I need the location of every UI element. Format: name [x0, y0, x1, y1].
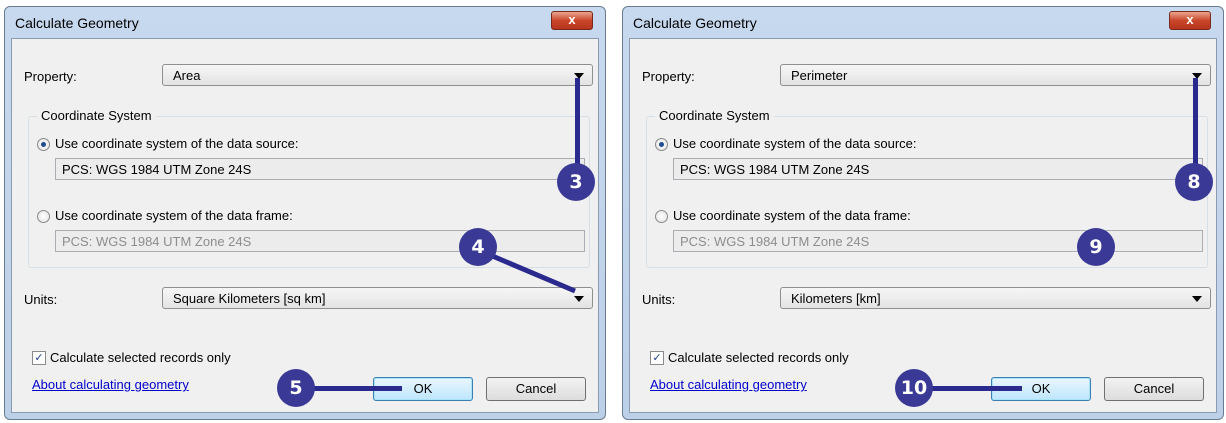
- callout-3-line: [575, 78, 580, 173]
- title-bar: Calculate Geometry x: [5, 7, 605, 37]
- property-value: Area: [173, 68, 201, 83]
- radio-data-source-label: Use coordinate system of the data source…: [673, 136, 917, 151]
- property-dropdown[interactable]: Area: [162, 64, 593, 86]
- units-dropdown[interactable]: Kilometers [km]: [780, 287, 1211, 309]
- selected-records-label: Calculate selected records only: [668, 350, 849, 365]
- chevron-down-icon: [574, 296, 584, 302]
- selected-records-checkbox[interactable]: ✓: [650, 351, 664, 365]
- property-dropdown[interactable]: Perimeter: [780, 64, 1211, 86]
- selected-records-checkbox[interactable]: ✓: [32, 351, 46, 365]
- calculate-geometry-dialog-area: Calculate Geometry x Property: Area Coor…: [4, 6, 606, 420]
- data-source-cs-field: PCS: WGS 1984 UTM Zone 24S: [673, 158, 1203, 180]
- units-dropdown[interactable]: Square Kilometers [sq km]: [162, 287, 593, 309]
- coordinate-system-group: Coordinate System Use coordinate system …: [28, 108, 590, 268]
- close-button[interactable]: x: [1169, 11, 1211, 30]
- title-bar: Calculate Geometry x: [623, 7, 1223, 37]
- radio-data-source[interactable]: [37, 138, 50, 151]
- callout-8: 8: [1175, 163, 1213, 201]
- dialog-body: Property: Area Coordinate System Use coo…: [11, 38, 599, 413]
- data-source-cs-field: PCS: WGS 1984 UTM Zone 24S: [55, 158, 585, 180]
- radio-data-frame-label: Use coordinate system of the data frame:: [673, 208, 911, 223]
- data-frame-cs-field: PCS: WGS 1984 UTM Zone 24S: [673, 230, 1203, 252]
- radio-data-source-label: Use coordinate system of the data source…: [55, 136, 299, 151]
- units-label: Units:: [642, 292, 676, 307]
- callout-4: 4: [459, 228, 497, 266]
- data-frame-cs-field: PCS: WGS 1984 UTM Zone 24S: [55, 230, 585, 252]
- about-geometry-link[interactable]: About calculating geometry: [32, 377, 189, 392]
- radio-data-frame[interactable]: [655, 210, 668, 223]
- radio-data-source[interactable]: [655, 138, 668, 151]
- units-value: Square Kilometers [sq km]: [173, 291, 326, 306]
- dialog-title: Calculate Geometry: [15, 15, 139, 31]
- property-label: Property:: [642, 69, 695, 84]
- units-value: Kilometers [km]: [791, 291, 881, 306]
- callout-10-line: [930, 386, 1022, 391]
- coordinate-system-legend: Coordinate System: [37, 108, 156, 123]
- cancel-button[interactable]: Cancel: [1104, 377, 1204, 401]
- callout-3: 3: [557, 163, 595, 201]
- radio-data-frame-label: Use coordinate system of the data frame:: [55, 208, 293, 223]
- callout-8-line: [1193, 78, 1198, 173]
- selected-records-label: Calculate selected records only: [50, 350, 231, 365]
- coordinate-system-group: Coordinate System Use coordinate system …: [646, 108, 1208, 268]
- about-geometry-link[interactable]: About calculating geometry: [650, 377, 807, 392]
- callout-9: 9: [1077, 228, 1115, 266]
- callout-10: 10: [895, 369, 933, 407]
- dialog-body: Property: Perimeter Coordinate System Us…: [629, 38, 1217, 413]
- radio-data-frame[interactable]: [37, 210, 50, 223]
- close-icon: x: [568, 12, 576, 27]
- close-button[interactable]: x: [551, 11, 593, 30]
- chevron-down-icon: [1192, 296, 1202, 302]
- units-label: Units:: [24, 292, 58, 307]
- calculate-geometry-dialog-perimeter: Calculate Geometry x Property: Perimeter…: [622, 6, 1224, 420]
- dialog-title: Calculate Geometry: [633, 15, 757, 31]
- property-value: Perimeter: [791, 68, 848, 83]
- cancel-button[interactable]: Cancel: [486, 377, 586, 401]
- callout-5-line: [312, 386, 402, 391]
- callout-5: 5: [277, 369, 315, 407]
- close-icon: x: [1186, 12, 1194, 27]
- property-label: Property:: [24, 69, 77, 84]
- coordinate-system-legend: Coordinate System: [655, 108, 774, 123]
